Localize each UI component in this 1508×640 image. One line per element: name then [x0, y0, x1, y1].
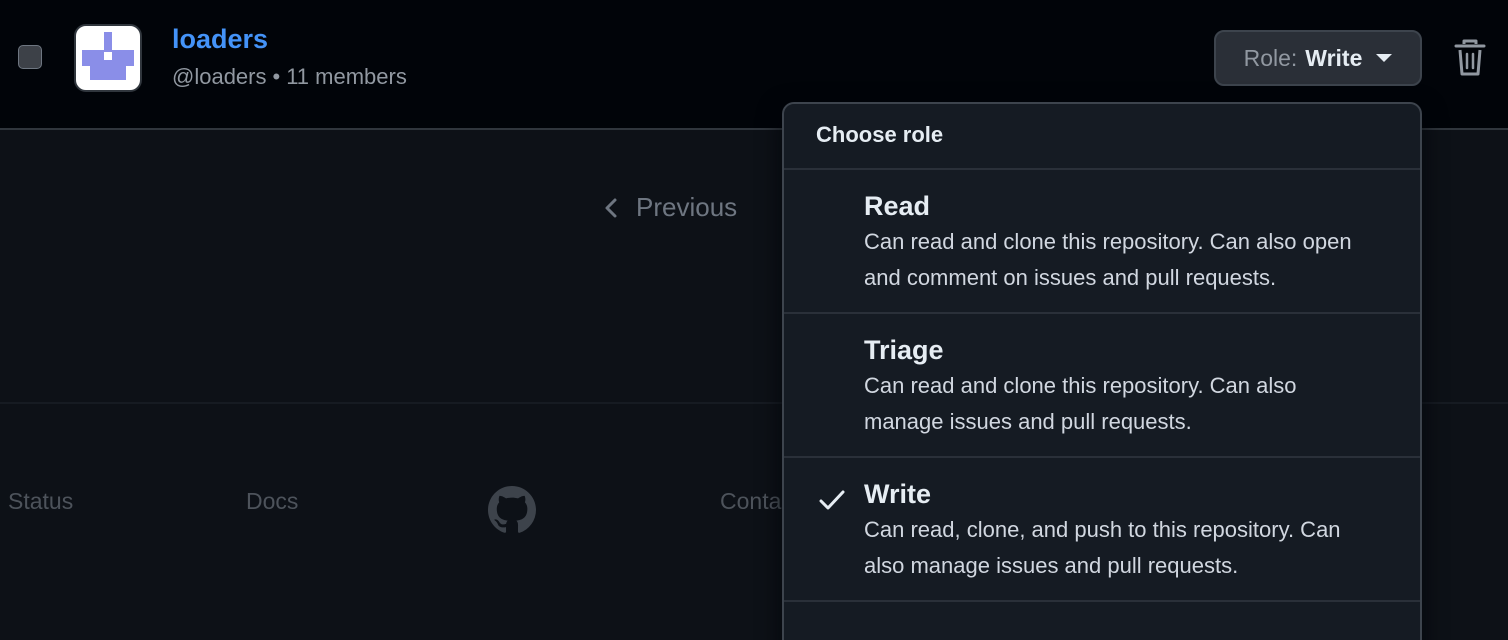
check-icon [819, 490, 845, 510]
team-name-link[interactable]: loaders [172, 24, 268, 55]
page: Previous Status Docs Conta loaders @load… [0, 0, 1508, 640]
role-value: Write [1305, 44, 1363, 71]
role-option-description: Can read and clone this repository. Can … [864, 229, 1352, 290]
role-option-read[interactable]: Read Can read and clone this repository.… [784, 170, 1420, 314]
github-logo-icon[interactable] [488, 486, 536, 534]
team-member-count: 11 members [286, 64, 407, 89]
role-option-triage[interactable]: Triage Can read and clone this repositor… [784, 314, 1420, 458]
team-handle: @loaders [172, 64, 267, 89]
pagination-previous[interactable]: Previous [604, 192, 737, 223]
footer-link-status[interactable]: Status [8, 488, 73, 515]
team-avatar [74, 24, 142, 92]
caret-down-icon [1376, 54, 1393, 62]
trash-icon[interactable] [1452, 38, 1488, 78]
chevron-left-icon [605, 198, 617, 217]
role-option-description: Can read and clone this repository. Can … [864, 373, 1297, 434]
team-avatar-image [82, 32, 134, 80]
role-option-write[interactable]: Write Can read, clone, and push to this … [784, 458, 1420, 602]
role-prefix: Role: [1243, 44, 1298, 71]
role-menu-header: Choose role [784, 104, 1420, 170]
pagination-previous-label: Previous [636, 192, 738, 222]
role-option-title: Read [864, 191, 931, 221]
role-select-button[interactable]: Role: Write [1214, 30, 1422, 86]
role-option-title: Write [864, 479, 932, 509]
team-meta: @loaders • 11 members [172, 64, 407, 90]
role-dropdown-menu: Choose role Read Can read and clone this… [782, 102, 1422, 640]
role-option-title: Triage [864, 335, 944, 365]
meta-separator: • [272, 64, 281, 89]
role-option-description: Can read, clone, and push to this reposi… [864, 517, 1341, 578]
footer-link-docs[interactable]: Docs [246, 488, 298, 515]
team-select-checkbox[interactable] [18, 45, 42, 69]
footer-link-contact[interactable]: Conta [720, 488, 781, 515]
